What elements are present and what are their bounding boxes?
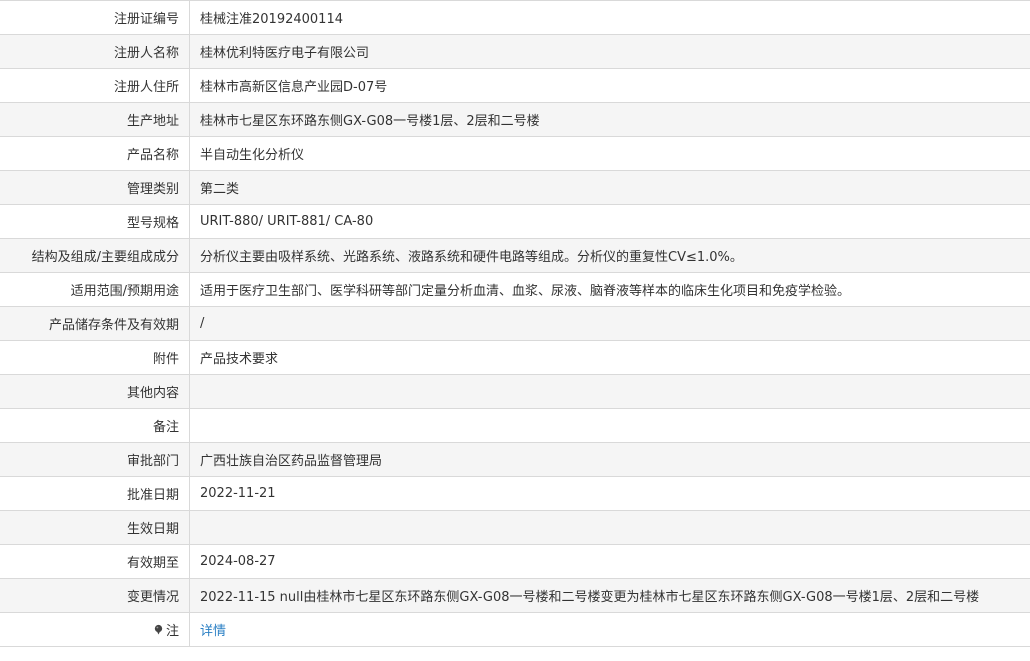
- table-row: 注册人住所 桂林市高新区信息产业园D-07号: [0, 68, 1030, 103]
- note-label-cell: 注: [0, 612, 190, 647]
- field-label: 有效期至: [0, 544, 190, 579]
- field-label: 生产地址: [0, 102, 190, 137]
- field-label: 型号规格: [0, 204, 190, 239]
- note-value-cell: 详情: [189, 612, 1030, 647]
- field-label: 产品名称: [0, 136, 190, 171]
- field-value: 2022-11-21: [189, 476, 1030, 511]
- table-row: 生产地址 桂林市七星区东环路东侧GX-G08一号楼1层、2层和二号楼: [0, 102, 1030, 137]
- table-row: 适用范围/预期用途 适用于医疗卫生部门、医学科研等部门定量分析血清、血浆、尿液、脑…: [0, 272, 1030, 307]
- field-value: /: [189, 306, 1030, 341]
- table-row: 备注: [0, 408, 1030, 443]
- field-label: 注册人名称: [0, 34, 190, 69]
- field-value: [189, 374, 1030, 409]
- field-value: 第二类: [189, 170, 1030, 205]
- table-row: 变更情况 2022-11-15 null由桂林市七星区东环路东侧GX-G08一号楼…: [0, 578, 1030, 613]
- table-row: 附件 产品技术要求: [0, 340, 1030, 375]
- field-label: 审批部门: [0, 442, 190, 477]
- field-label: 注册证编号: [0, 0, 190, 35]
- field-label: 产品储存条件及有效期: [0, 306, 190, 341]
- field-value: 桂林市七星区东环路东侧GX-G08一号楼1层、2层和二号楼: [189, 102, 1030, 137]
- table-row: 注册人名称 桂林优利特医疗电子有限公司: [0, 34, 1030, 69]
- field-value: 半自动生化分析仪: [189, 136, 1030, 171]
- field-value: 2022-11-15 null由桂林市七星区东环路东侧GX-G08一号楼和二号楼…: [189, 578, 1030, 613]
- field-value: 桂械注准20192400114: [189, 0, 1030, 35]
- table-row: 审批部门 广西壮族自治区药品监督管理局: [0, 442, 1030, 477]
- field-value: URIT-880/ URIT-881/ CA-80: [189, 204, 1030, 239]
- field-label: 适用范围/预期用途: [0, 272, 190, 307]
- field-label: 结构及组成/主要组成成分: [0, 238, 190, 273]
- field-label: 变更情况: [0, 578, 190, 613]
- table-row: 结构及组成/主要组成成分 分析仪主要由吸样系统、光路系统、液路系统和硬件电路等组成…: [0, 238, 1030, 273]
- table-row: 产品名称 半自动生化分析仪: [0, 136, 1030, 171]
- field-value: 2024-08-27: [189, 544, 1030, 579]
- registration-record-table: 注册证编号 桂械注准20192400114 注册人名称 桂林优利特医疗电子有限公司 注册…: [0, 0, 1030, 647]
- details-link[interactable]: 详情: [200, 624, 226, 639]
- table-row: 有效期至 2024-08-27: [0, 544, 1030, 579]
- field-label: 批准日期: [0, 476, 190, 511]
- field-value: 适用于医疗卫生部门、医学科研等部门定量分析血清、血浆、尿液、脑脊液等样本的临床生…: [189, 272, 1030, 307]
- table-row: 产品储存条件及有效期 /: [0, 306, 1030, 341]
- pin-icon: [154, 624, 163, 635]
- table-row: 批准日期 2022-11-21: [0, 476, 1030, 511]
- field-value: 桂林市高新区信息产业园D-07号: [189, 68, 1030, 103]
- note-label-text: 注: [165, 624, 179, 639]
- field-value: 广西壮族自治区药品监督管理局: [189, 442, 1030, 477]
- table-row: 其他内容: [0, 374, 1030, 409]
- table-row: 管理类别 第二类: [0, 170, 1030, 205]
- table-row-note: 注 详情: [0, 612, 1030, 647]
- field-value: 桂林优利特医疗电子有限公司: [189, 34, 1030, 69]
- field-label: 附件: [0, 340, 190, 375]
- field-value: [189, 510, 1030, 545]
- field-label: 生效日期: [0, 510, 190, 545]
- field-value: 分析仪主要由吸样系统、光路系统、液路系统和硬件电路等组成。分析仪的重复性CV≤1…: [189, 238, 1030, 273]
- table-row: 生效日期: [0, 510, 1030, 545]
- table-row: 型号规格 URIT-880/ URIT-881/ CA-80: [0, 204, 1030, 239]
- field-label: 其他内容: [0, 374, 190, 409]
- field-label: 备注: [0, 408, 190, 443]
- field-value: [189, 408, 1030, 443]
- field-label: 管理类别: [0, 170, 190, 205]
- record-table-body: 注册证编号 桂械注准20192400114 注册人名称 桂林优利特医疗电子有限公司 注册…: [0, 0, 1030, 647]
- field-label: 注册人住所: [0, 68, 190, 103]
- note-label: 注: [153, 620, 179, 639]
- field-value: 产品技术要求: [189, 340, 1030, 375]
- table-row: 注册证编号 桂械注准20192400114: [0, 0, 1030, 35]
